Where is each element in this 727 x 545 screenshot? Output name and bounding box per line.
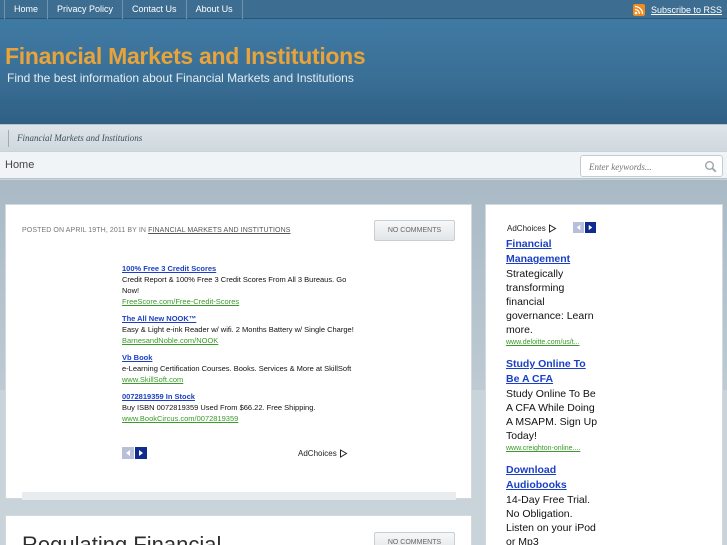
sidebar-ad-url[interactable]: www.creighton-online....: [506, 443, 598, 455]
search-input[interactable]: [589, 160, 699, 173]
breadcrumb-bar: Financial Markets and Institutions: [0, 124, 727, 151]
post-meta-prefix: POSTED ON APRIL 19TH, 2011 BY IN: [22, 227, 147, 234]
ad-prev-icon[interactable]: [573, 222, 584, 233]
rss-link[interactable]: Subscribe to RSS: [651, 5, 722, 15]
ad-block: 100% Free 3 Credit Scores Credit Report …: [122, 263, 358, 430]
site-title[interactable]: Financial Markets and Institutions: [5, 43, 366, 70]
sidebar-ad-url[interactable]: www.deloitte.com/us/t...: [506, 337, 598, 349]
ad-item: The All New NOOK™ Easy & Light e-ink Rea…: [122, 313, 358, 346]
main-nav-bar: Home: [0, 151, 727, 179]
rss-icon[interactable]: [632, 3, 645, 16]
top-nav-bar: Home Privacy Policy Contact Us About Us …: [0, 0, 727, 19]
post-meta: POSTED ON APRIL 19TH, 2011 BY IN FINANCI…: [22, 227, 291, 234]
site-description: Find the best information about Financia…: [7, 71, 354, 85]
ad-next-icon[interactable]: [135, 447, 147, 459]
sidebar: AdChoices Financial Management Strategic…: [485, 204, 723, 545]
post-card: Regulating Financial NO COMMENTS: [5, 515, 472, 545]
nav-about-link[interactable]: About Us: [187, 0, 243, 19]
rss-subscribe: Subscribe to RSS: [632, 2, 722, 17]
ad-item: 100% Free 3 Credit Scores Credit Report …: [122, 263, 358, 307]
post-title[interactable]: Regulating Financial: [22, 532, 221, 545]
post-category-link[interactable]: FINANCIAL MARKETS AND INSTITUTIONS: [148, 227, 290, 234]
main-nav-home[interactable]: Home: [5, 159, 34, 171]
search-box: [580, 155, 723, 177]
sidebar-ad-item: Download Audiobooks 14-Day Free Trial. N…: [506, 463, 598, 545]
ad-pager: [122, 447, 148, 459]
sidebar-ad-item: Study Online To Be A CFA Study Online To…: [506, 357, 598, 455]
ad-body: Buy ISBN 0072819359 Used From $66.22. Fr…: [122, 403, 316, 412]
post-card: POSTED ON APRIL 19TH, 2011 BY IN FINANCI…: [5, 204, 472, 500]
ad-title[interactable]: 100% Free 3 Credit Scores: [122, 263, 358, 274]
nav-privacy-link[interactable]: Privacy Policy: [48, 0, 124, 19]
adchoices-label: AdChoices: [298, 449, 337, 458]
ad-body: Credit Report & 100% Free 3 Credit Score…: [122, 275, 347, 295]
top-nav: Home Privacy Policy Contact Us About Us: [4, 0, 243, 19]
ad-title[interactable]: 0072819359 In Stock: [122, 391, 358, 402]
sidebar-ad-body: Strategically transforming financial gov…: [506, 268, 594, 336]
ad-prev-icon[interactable]: [122, 447, 134, 459]
search-icon[interactable]: [704, 160, 717, 173]
sidebar-ad-title[interactable]: Study Online To Be A CFA: [506, 357, 598, 387]
sidebar-ads: Financial Management Strategically trans…: [506, 237, 598, 545]
sidebar-ad-item: Financial Management Strategically trans…: [506, 237, 598, 349]
ad-url[interactable]: BarnesandNoble.com/NOOK: [122, 335, 358, 346]
ad-next-icon[interactable]: [585, 222, 596, 233]
ad-url[interactable]: www.SkillSoft.com: [122, 374, 358, 385]
ad-title[interactable]: Vb Book: [122, 352, 358, 363]
sidebar-ad-body: Study Online To Be A CFA While Doing A M…: [506, 388, 598, 442]
sidebar-ad-title[interactable]: Financial Management: [506, 237, 598, 267]
ad-url[interactable]: www.BookCircus.com/0072819359: [122, 413, 358, 424]
comments-button[interactable]: NO COMMENTS: [374, 220, 455, 241]
ad-body: Easy & Light e-ink Reader w/ wifi. 2 Mon…: [122, 325, 354, 334]
ad-body: e-Learning Certification Courses. Books.…: [122, 364, 352, 373]
post-footer-strip: [22, 492, 456, 500]
sidebar-ad-title[interactable]: Download Audiobooks: [506, 463, 598, 493]
adchoices-icon: [339, 449, 348, 458]
breadcrumb[interactable]: Financial Markets and Institutions: [8, 130, 142, 147]
adchoices-icon: [548, 224, 557, 233]
ad-item: 0072819359 In Stock Buy ISBN 0072819359 …: [122, 391, 358, 424]
sidebar-ad-pager: [573, 222, 597, 233]
nav-home-link[interactable]: Home: [4, 0, 49, 19]
sidebar-ad-body: 14-Day Free Trial. No Obligation. Listen…: [506, 494, 596, 545]
ad-title[interactable]: The All New NOOK™: [122, 313, 358, 324]
nav-contact-link[interactable]: Contact Us: [123, 0, 187, 19]
ad-item: Vb Book e-Learning Certification Courses…: [122, 352, 358, 385]
comments-button[interactable]: NO COMMENTS: [374, 532, 455, 545]
adchoices[interactable]: AdChoices: [298, 449, 348, 458]
adchoices-label: AdChoices: [507, 224, 546, 233]
site-header: Financial Markets and Institutions Find …: [0, 19, 727, 124]
ad-url[interactable]: FreeScore.com/Free-Credit-Scores: [122, 296, 358, 307]
